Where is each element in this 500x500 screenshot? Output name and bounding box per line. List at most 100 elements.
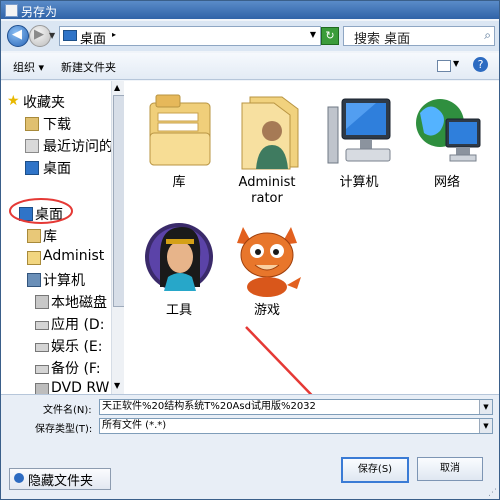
address-bar: ◀ ▶ ▼ 桌面 ▸ ▼ ↻ 搜索 桌面 ⌕ (1, 21, 499, 51)
favorites-header[interactable]: ★ 收藏夹 (1, 91, 111, 111)
tree-item-label: 娱乐 (E: (51, 339, 103, 355)
search-icon[interactable]: ⌕ (484, 28, 491, 43)
user-icon (27, 251, 41, 265)
search-input[interactable]: 搜索 桌面 ⌕ (343, 26, 495, 47)
save-button[interactable]: 保存(S) (341, 457, 409, 483)
favorites-label: 收藏夹 (23, 95, 65, 111)
computer-icon (27, 273, 41, 287)
tree-item-label: 本地磁盘 (51, 295, 107, 311)
star-icon: ★ (7, 93, 20, 109)
view-dropdown-icon[interactable]: ▼ (453, 59, 459, 68)
sidebar-item-label: 桌面 (43, 161, 71, 177)
list-item[interactable]: 工具 (134, 217, 224, 318)
drive-icon (35, 343, 49, 352)
item-label: 计算机 (339, 175, 379, 190)
tree-item-user[interactable]: Administ (1, 247, 111, 267)
filetype-value: 所有文件 (*.*) (102, 420, 167, 431)
resize-grip-icon[interactable]: ⋰ (488, 488, 497, 498)
sidebar-item-label: 最近访问的 (43, 139, 111, 155)
change-view-icon[interactable] (437, 60, 451, 72)
tree-item-drive-e[interactable]: 娱乐 (E: (1, 335, 111, 355)
window-icon (5, 4, 18, 17)
filename-value: 天正软件%20结构系统T%20Asd试用版%2032 (102, 401, 316, 412)
arrow-left-icon: ◀ (12, 27, 22, 42)
list-item[interactable]: 游戏 (222, 217, 312, 318)
help-icon[interactable]: ? (473, 57, 488, 72)
item-label: Administ rator (238, 175, 296, 206)
libraries-folder-icon (149, 94, 211, 166)
filetype-label: 保存类型(T): (35, 424, 93, 435)
dvd-icon (35, 383, 49, 394)
refresh-icon: ↻ (325, 29, 335, 42)
chevron-down-icon[interactable]: ▼ (479, 400, 492, 414)
tree-item-label: Administ (43, 248, 105, 264)
sidebar-item-downloads[interactable]: 下载 (1, 113, 111, 133)
hide-folders-label: 隐藏文件夹 (28, 474, 94, 489)
local-disk-icon (35, 295, 49, 309)
sidebar-scrollbar[interactable]: ▲ ▼ (111, 81, 125, 394)
library-icon (27, 229, 41, 243)
recent-places-icon (25, 139, 39, 153)
desktop-icon (63, 30, 77, 41)
computer-icon (327, 98, 391, 164)
tree-item-dvd[interactable]: DVD RW (1, 379, 111, 394)
scroll-up-icon[interactable]: ▲ (114, 83, 120, 92)
red-ellipse-annotation (9, 198, 73, 224)
filename-field[interactable]: 天正软件%20结构系统T%20Asd试用版%2032 ▼ (99, 399, 493, 415)
chevron-up-icon (14, 473, 24, 483)
network-icon (416, 99, 481, 162)
tree-item-computer[interactable]: 计算机 (1, 269, 111, 289)
tools-avatar-icon (145, 223, 213, 291)
drive-icon (35, 321, 49, 330)
file-list: 库 Administ rator 计算机 网络 工具 游戏 (124, 81, 499, 448)
arrow-right-icon: ▶ (34, 27, 44, 42)
tree-item-drive-f[interactable]: 备份 (F: (1, 357, 111, 377)
tree-item-label: DVD RW (51, 380, 110, 394)
item-label: 工具 (165, 303, 192, 318)
item-label: 网络 (433, 175, 460, 190)
address-path: 桌面 (80, 32, 107, 47)
organize-button[interactable]: 组织 ▾ (13, 59, 44, 75)
list-item[interactable]: 网络 (402, 89, 492, 190)
address-box[interactable]: 桌面 ▸ ▼ (59, 26, 321, 47)
list-item[interactable]: 库 (134, 89, 224, 190)
tree-item-label: 计算机 (43, 273, 85, 289)
tree-item-library[interactable]: 库 (1, 225, 111, 245)
window-title: 另存为 (21, 5, 58, 19)
scroll-down-icon[interactable]: ▼ (114, 381, 120, 390)
chevron-right-icon[interactable]: ▸ (112, 30, 116, 39)
sidebar-item-recent[interactable]: 最近访问的 (1, 135, 111, 155)
save-form: 文件名(N): 天正软件%20结构系统T%20Asd试用版%2032 ▼ 保存类… (1, 394, 499, 499)
chevron-down-icon[interactable]: ▼ (479, 419, 492, 433)
refresh-button[interactable]: ↻ (321, 27, 339, 45)
tree-item-local-disk[interactable]: 本地磁盘 (1, 291, 111, 311)
cancel-button[interactable]: 取消 (417, 457, 483, 481)
tree-item-label: 库 (43, 229, 57, 245)
filetype-select[interactable]: 所有文件 (*.*) ▼ (99, 418, 493, 434)
command-bar: 组织 ▾ 新建文件夹 ▼ ? (1, 53, 499, 80)
new-folder-button[interactable]: 新建文件夹 (61, 59, 116, 75)
filename-label: 文件名(N): (43, 405, 92, 416)
chevron-down-icon[interactable]: ▼ (310, 30, 316, 39)
drive-icon (35, 365, 49, 374)
download-folder-icon (25, 117, 39, 131)
search-placeholder: 搜索 桌面 (354, 32, 411, 47)
list-item[interactable]: 计算机 (314, 89, 404, 190)
sidebar-item-label: 下载 (43, 117, 71, 133)
hide-folders-button[interactable]: 隐藏文件夹 (9, 468, 111, 490)
history-dropdown-icon[interactable]: ▼ (49, 31, 55, 40)
item-label: 库 (172, 175, 186, 190)
save-as-dialog: 另存为 ◀ ▶ ▼ 桌面 ▸ ▼ ↻ 搜索 桌面 ⌕ 组织 ▾ 新建文件夹 ▼ … (0, 0, 500, 500)
desktop-icon (25, 161, 39, 175)
games-dragon-icon (237, 227, 301, 297)
user-folder-icon (241, 96, 299, 170)
back-button[interactable]: ◀ (7, 25, 29, 47)
tree-item-label: 应用 (D: (51, 317, 105, 333)
navigation-pane: ★ 收藏夹 下载 最近访问的 桌面 桌面 库 Administ 计算机 本地磁盘… (1, 81, 125, 394)
title-bar: 另存为 (1, 1, 499, 19)
sidebar-item-desktop[interactable]: 桌面 (1, 157, 111, 177)
list-item[interactable]: Administ rator (222, 89, 312, 209)
tree-item-label: 备份 (F: (51, 361, 101, 377)
forward-button[interactable]: ▶ (29, 25, 51, 47)
tree-item-drive-d[interactable]: 应用 (D: (1, 313, 111, 333)
